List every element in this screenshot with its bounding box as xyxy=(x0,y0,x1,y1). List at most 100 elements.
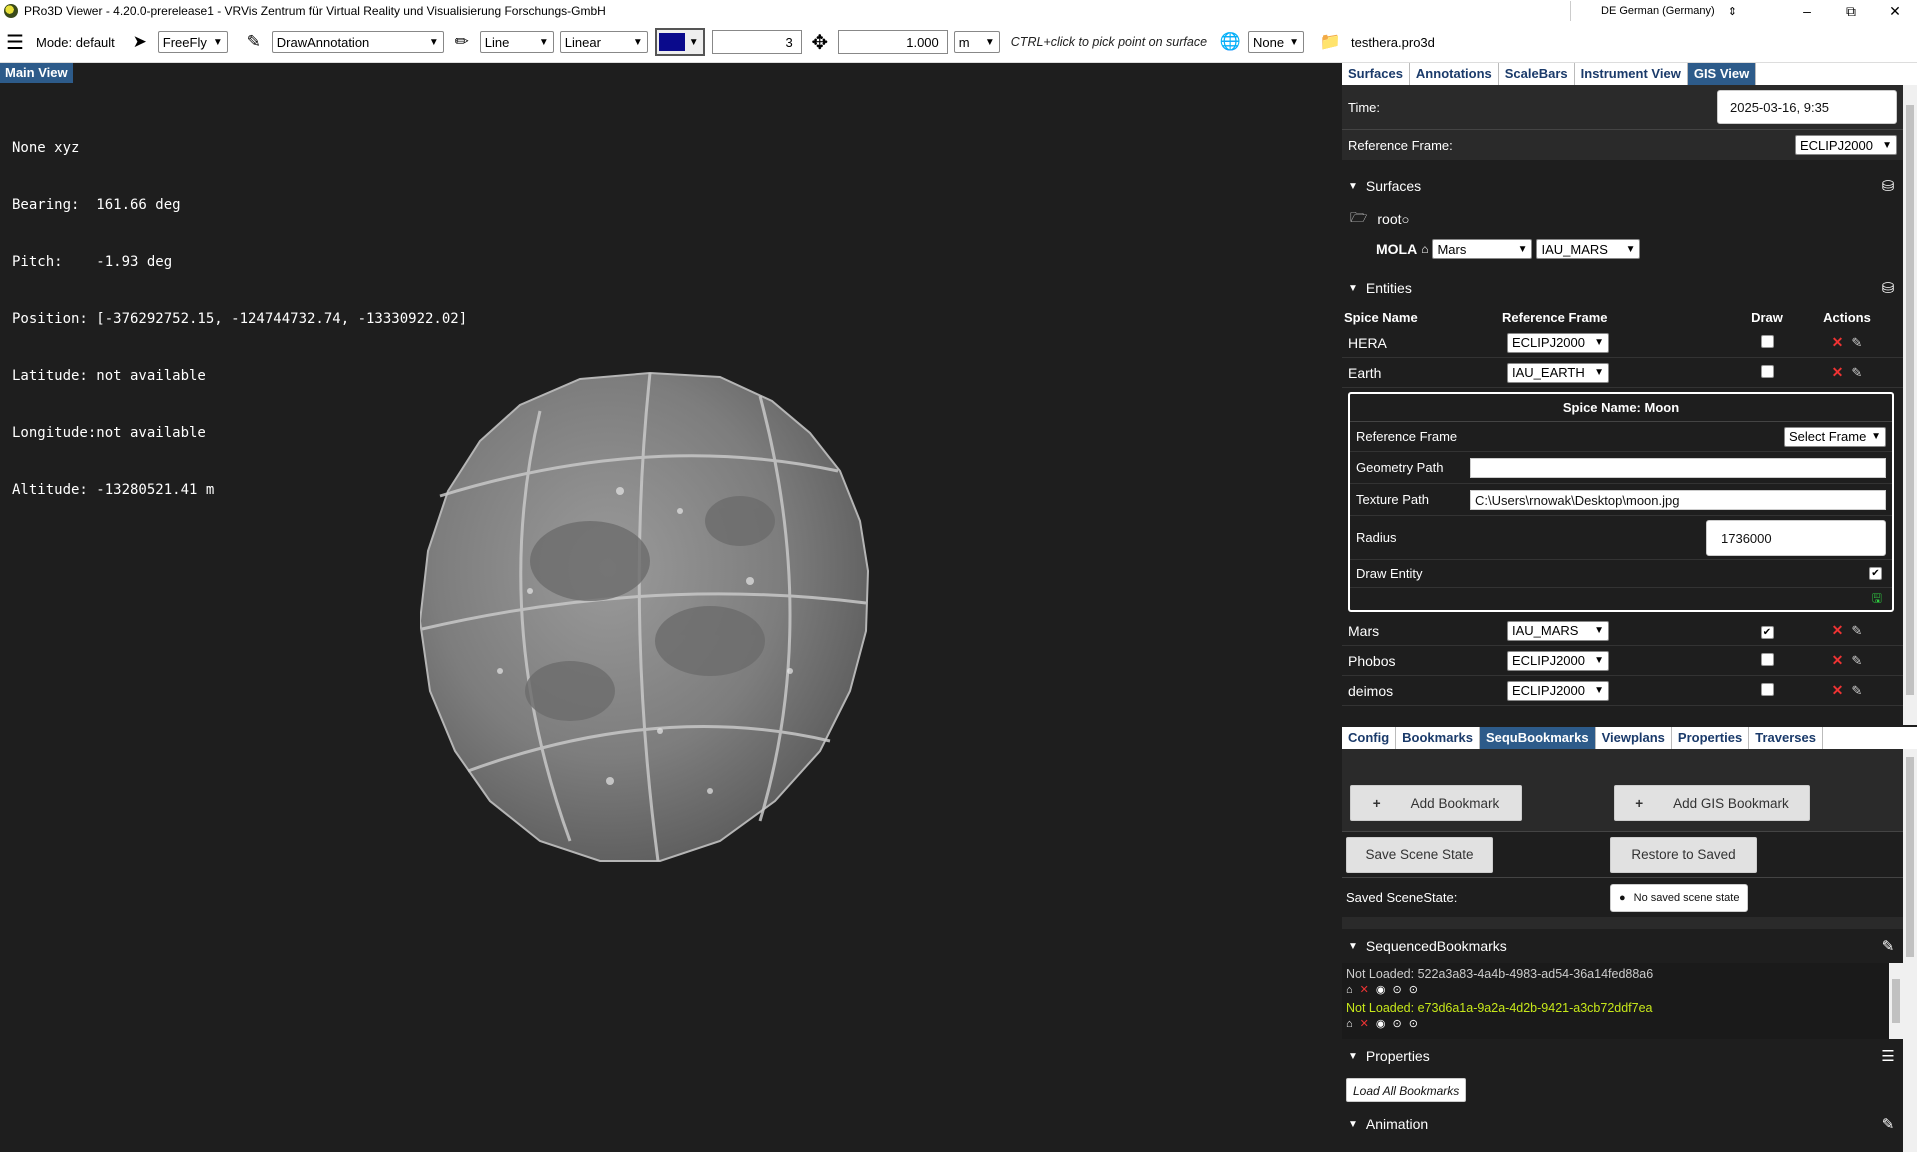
add-gis-bookmark-button[interactable]: + Add GIS Bookmark xyxy=(1614,785,1810,821)
delete-icon[interactable]: ✕ xyxy=(1360,984,1369,996)
hamburger-icon[interactable]: ☰ xyxy=(0,30,30,55)
surfaces-section-header[interactable]: ▼ Surfaces ⛁ xyxy=(1342,168,1903,204)
restore-button[interactable]: ⧉ xyxy=(1829,3,1873,20)
semantic-select[interactable]: None ▼ xyxy=(1248,31,1305,53)
mola-body-select[interactable]: Mars ▼ xyxy=(1432,239,1533,259)
tab-gis-view[interactable]: GIS View xyxy=(1687,63,1757,85)
overlay-line: Longitude:not available xyxy=(12,425,206,441)
tab-traverses[interactable]: Traverses xyxy=(1749,727,1823,749)
moon-globe[interactable] xyxy=(420,371,916,869)
pencil-icon[interactable]: ✎ xyxy=(1873,937,1903,955)
tab-instrument-view[interactable]: Instrument View xyxy=(1574,63,1688,85)
bookmarks-scrollbar[interactable] xyxy=(1889,963,1903,1039)
moon-texture-input[interactable]: C:\Users\rnowak\Desktop\moon.jpg xyxy=(1470,489,1886,510)
tab-bookmarks[interactable]: Bookmarks xyxy=(1396,727,1480,749)
nav-mode-select[interactable]: FreeFly ▼ xyxy=(157,31,228,53)
delete-icon[interactable]: ✕ xyxy=(1360,1018,1369,1030)
layers-icon[interactable]: ⛁ xyxy=(1873,177,1903,195)
ref-frame-select[interactable]: ECLIPJ2000 ▼ xyxy=(1795,135,1897,155)
delete-icon[interactable]: ✕ xyxy=(1832,364,1844,381)
color-picker[interactable]: ▼ xyxy=(654,28,705,56)
moon-draw-checkbox[interactable]: ✔ xyxy=(1869,567,1882,580)
restore-to-saved-button[interactable]: Restore to Saved xyxy=(1610,836,1757,873)
entity-frame-select[interactable]: IAU_MARS ▼ xyxy=(1507,620,1609,641)
add-bookmark-button[interactable]: + Add Bookmark xyxy=(1350,785,1522,821)
mola-frame-select[interactable]: IAU_MARS ▼ xyxy=(1536,239,1641,259)
edit-icon[interactable]: ✎ xyxy=(1851,335,1862,351)
entity-draw-checkbox[interactable] xyxy=(1760,682,1774,696)
gis-scrollbar[interactable] xyxy=(1903,85,1917,725)
entity-frame-select[interactable]: ECLIPJ2000 ▼ xyxy=(1507,332,1609,353)
thickness-input[interactable]: 3 xyxy=(711,30,802,54)
entity-draw-checkbox[interactable] xyxy=(1760,364,1774,378)
folder-icon[interactable]: 📁 xyxy=(1315,32,1345,52)
scrollbar-thumb[interactable] xyxy=(1906,105,1914,695)
minimize-button[interactable]: – xyxy=(1785,3,1829,19)
tab-config[interactable]: Config xyxy=(1342,727,1397,749)
language-selector[interactable]: DE German (Germany) ⇕ xyxy=(1570,1,1745,21)
globe-icon[interactable]: ◉ xyxy=(1376,984,1386,996)
chevron-down-icon: ▼ xyxy=(212,36,223,48)
save-icon[interactable]: 🖫 xyxy=(1872,589,1882,610)
tab-annotations[interactable]: Annotations xyxy=(1409,63,1499,85)
tab-scalebars[interactable]: ScaleBars xyxy=(1498,63,1575,85)
entity-frame-select[interactable]: ECLIPJ2000 ▼ xyxy=(1507,650,1609,671)
entity-frame-select[interactable]: ECLIPJ2000 ▼ xyxy=(1507,680,1609,701)
animation-section-header[interactable]: ▼ Animation ✎ xyxy=(1342,1107,1903,1141)
layers-icon[interactable]: ⛁ xyxy=(1873,279,1903,297)
scrollbar-thumb[interactable] xyxy=(1892,979,1900,1023)
magic-wand-icon: ✎ xyxy=(246,32,261,51)
sequenced-bookmarks-header[interactable]: ▼ SequencedBookmarks ✎ xyxy=(1342,929,1903,963)
unit-value: m xyxy=(958,34,970,50)
up-arrow-icon[interactable]: ⊙ xyxy=(1392,984,1401,996)
moon-radius-input[interactable]: 1736000 xyxy=(1706,519,1886,556)
sequ-scrollbar[interactable] xyxy=(1903,749,1917,1152)
moon-geometry-input[interactable] xyxy=(1470,457,1886,478)
delete-icon[interactable]: ✕ xyxy=(1832,334,1844,351)
projection-select[interactable]: Linear ▼ xyxy=(559,31,648,53)
unit-select[interactable]: m ▼ xyxy=(953,31,1000,53)
edit-icon[interactable]: ✎ xyxy=(1851,623,1862,639)
tab-properties[interactable]: Properties xyxy=(1671,727,1750,749)
home-icon[interactable]: ⌂ xyxy=(1346,1018,1353,1030)
globe-icon[interactable]: ◉ xyxy=(1376,1018,1386,1030)
properties-section-header[interactable]: ▼ Properties ☰ xyxy=(1342,1039,1903,1073)
entity-draw-checkbox[interactable]: ✔ xyxy=(1760,625,1774,639)
tab-sequbookmarks[interactable]: SequBookmarks xyxy=(1479,727,1596,749)
tab-viewplans[interactable]: Viewplans xyxy=(1595,727,1672,749)
entities-section-header[interactable]: ▼ Entities ⛁ xyxy=(1342,270,1903,306)
delete-icon[interactable]: ✕ xyxy=(1832,622,1844,639)
delete-icon[interactable]: ✕ xyxy=(1832,652,1844,669)
main-view-viewport[interactable]: Main View None xyz Bearing: 161.66 deg P… xyxy=(0,63,1342,1152)
offset-input[interactable]: 1.000 xyxy=(837,30,948,54)
scrollbar-thumb[interactable] xyxy=(1906,757,1914,957)
home-icon[interactable]: ⌂ xyxy=(1346,984,1353,996)
edit-icon[interactable]: ✎ xyxy=(1851,365,1862,381)
plus-icon: + xyxy=(1372,795,1381,811)
load-all-bookmarks-button[interactable]: Load All Bookmarks xyxy=(1346,1078,1467,1102)
gis-view-content: Time: 2025-03-16, 9:35 Reference Frame: … xyxy=(1342,85,1903,725)
edit-icon[interactable]: ✎ xyxy=(1851,653,1862,669)
down-arrow-icon[interactable]: ⊙ xyxy=(1409,1018,1418,1030)
entity-frame-select[interactable]: IAU_EARTH ▼ xyxy=(1507,362,1609,383)
chevron-down-icon: ▼ xyxy=(1594,655,1604,666)
bookmark-item[interactable]: Not Loaded: e73d6a1a-9a2a-4d2b-9421-a3cb… xyxy=(1342,999,1903,1033)
language-label: DE German (Germany) xyxy=(1601,5,1715,17)
edit-icon[interactable]: ✎ xyxy=(1851,683,1862,699)
down-arrow-icon[interactable]: ⊙ xyxy=(1409,984,1418,996)
up-arrow-icon[interactable]: ⊙ xyxy=(1392,1018,1401,1030)
delete-icon[interactable]: ✕ xyxy=(1832,682,1844,699)
moon-ref-frame-select[interactable]: Select Frame ▼ xyxy=(1784,426,1886,447)
main-view-tab[interactable]: Main View xyxy=(0,63,73,83)
entity-draw-checkbox[interactable] xyxy=(1760,652,1774,666)
geometry-select[interactable]: Line ▼ xyxy=(479,31,554,53)
bookmark-item[interactable]: Not Loaded: 522a3a83-4a4b-4983-ad54-36a1… xyxy=(1342,963,1903,999)
tab-surfaces[interactable]: Surfaces xyxy=(1342,63,1410,85)
time-input[interactable]: 2025-03-16, 9:35 xyxy=(1717,90,1897,124)
list-icon[interactable]: ☰ xyxy=(1873,1047,1903,1065)
save-scene-state-button[interactable]: Save Scene State xyxy=(1346,836,1493,873)
pencil-icon[interactable]: ✎ xyxy=(1873,1115,1903,1133)
entity-draw-checkbox[interactable] xyxy=(1760,334,1774,348)
close-button[interactable]: ✕ xyxy=(1873,3,1917,20)
interaction-select[interactable]: DrawAnnotation ▼ xyxy=(271,31,444,53)
